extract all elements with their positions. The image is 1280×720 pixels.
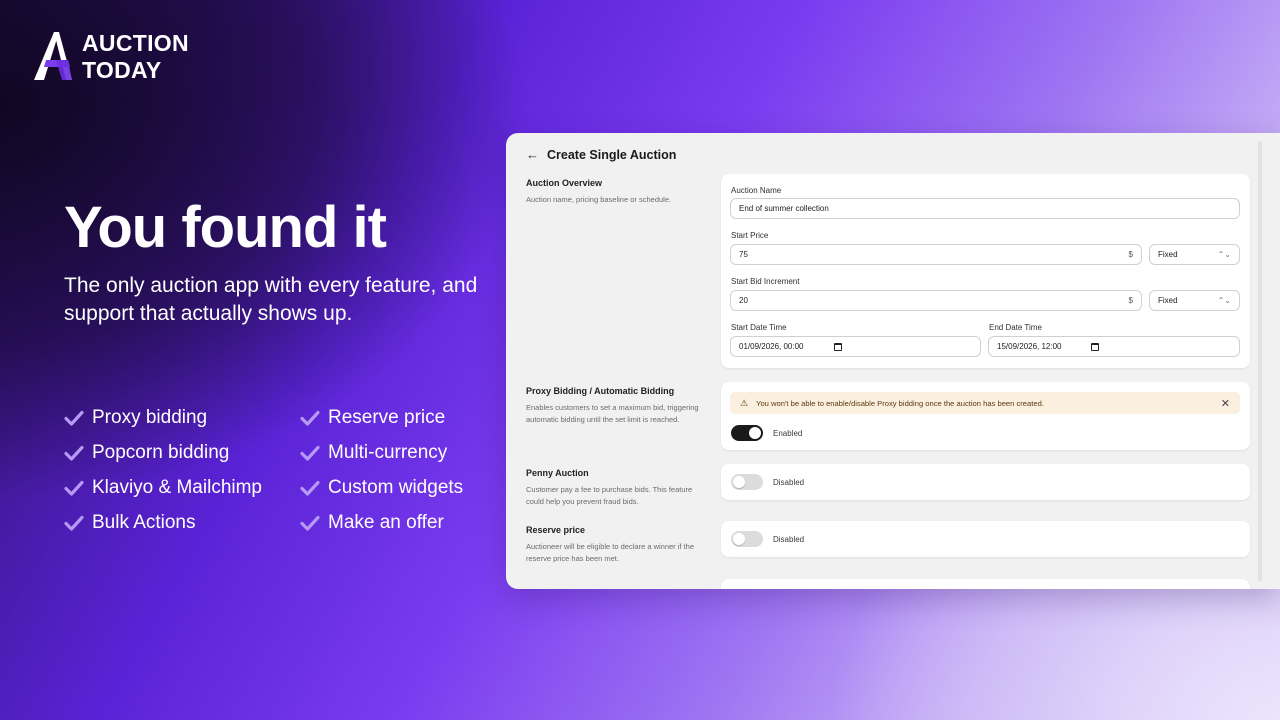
feature-item: Reserve price bbox=[300, 404, 484, 431]
back-arrow-icon[interactable]: ← bbox=[526, 147, 539, 162]
feature-label: Bulk Actions bbox=[92, 511, 196, 533]
feature-list: Proxy bidding Reserve price Popcorn bidd… bbox=[64, 404, 484, 536]
overview-panel: Auction Name End of summer collection St… bbox=[721, 174, 1250, 368]
brand-line-1: AUCTION bbox=[82, 30, 189, 56]
auction-today-logo-icon bbox=[34, 32, 72, 80]
start-price-type-value: Fixed bbox=[1158, 250, 1178, 259]
increment-type-value: Fixed bbox=[1158, 296, 1178, 305]
penny-description: Customer pay a fee to purchase bids. Thi… bbox=[526, 485, 693, 506]
start-date-input[interactable]: 01/09/2026, 00:00 bbox=[730, 336, 981, 357]
check-icon bbox=[64, 445, 84, 461]
check-icon bbox=[64, 515, 84, 531]
check-icon bbox=[300, 515, 320, 531]
feature-item: Bulk Actions bbox=[64, 509, 300, 536]
next-panel bbox=[721, 579, 1250, 589]
auction-name-value: End of summer collection bbox=[739, 204, 829, 213]
feature-label: Reserve price bbox=[328, 406, 446, 428]
penny-title: Penny Auction bbox=[526, 468, 589, 478]
increment-label: Start Bid Increment bbox=[731, 277, 800, 286]
start-price-input[interactable]: 75 $ bbox=[730, 244, 1142, 265]
check-icon bbox=[300, 445, 320, 461]
reserve-panel: Disabled bbox=[721, 521, 1250, 557]
proxy-section-label: Proxy Bidding / Automatic Bidding Enable… bbox=[526, 386, 711, 426]
proxy-warning-banner: ⚠ You won't be able to enable/disable Pr… bbox=[730, 392, 1240, 414]
check-icon bbox=[64, 480, 84, 496]
reserve-title: Reserve price bbox=[526, 525, 586, 535]
overview-title: Auction Overview bbox=[526, 178, 603, 188]
feature-label: Multi-currency bbox=[328, 441, 448, 463]
currency-suffix: $ bbox=[1128, 296, 1133, 305]
proxy-toggle[interactable] bbox=[731, 425, 763, 441]
reserve-status: Disabled bbox=[773, 534, 805, 544]
check-icon bbox=[64, 410, 84, 426]
app-window: ← Create Single Auction Auction Overview… bbox=[506, 133, 1280, 589]
reserve-section-label: Reserve price Auctioneer will be eligibl… bbox=[526, 525, 711, 565]
proxy-toggle-row: Enabled bbox=[731, 425, 802, 441]
check-icon bbox=[300, 410, 320, 426]
feature-label: Custom widgets bbox=[328, 476, 464, 498]
check-icon bbox=[300, 480, 320, 496]
proxy-title: Proxy Bidding / Automatic Bidding bbox=[526, 386, 675, 396]
overview-description: Auction name, pricing baseline or schedu… bbox=[526, 195, 672, 204]
scrollbar[interactable] bbox=[1258, 141, 1262, 581]
feature-item: Popcorn bidding bbox=[64, 439, 300, 466]
end-date-label: End Date Time bbox=[989, 323, 1042, 332]
select-chevron-icon: ⌃⌄ bbox=[1217, 250, 1231, 259]
currency-suffix: $ bbox=[1128, 250, 1133, 259]
page-header: ← Create Single Auction bbox=[526, 147, 676, 162]
calendar-icon[interactable] bbox=[1091, 342, 1099, 351]
proxy-description: Enables customers to set a maximum bid, … bbox=[526, 403, 699, 424]
page-title: Create Single Auction bbox=[547, 147, 677, 162]
feature-label: Popcorn bidding bbox=[92, 441, 230, 463]
hero-title: You found it bbox=[64, 195, 387, 260]
increment-value: 20 bbox=[739, 296, 748, 305]
hero-subtitle: The only auction app with every feature,… bbox=[64, 274, 478, 325]
increment-input[interactable]: 20 $ bbox=[730, 290, 1142, 311]
penny-section-label: Penny Auction Customer pay a fee to purc… bbox=[526, 468, 711, 508]
penny-toggle-row: Disabled bbox=[731, 474, 804, 490]
auction-name-label: Auction Name bbox=[731, 186, 782, 195]
brand-name: AUCTION TODAY bbox=[82, 30, 189, 84]
increment-type-select[interactable]: Fixed ⌃⌄ bbox=[1149, 290, 1240, 311]
feature-label: Make an offer bbox=[328, 511, 444, 533]
feature-item: Klaviyo & Mailchimp bbox=[64, 474, 300, 501]
warning-text: You won't be able to enable/disable Prox… bbox=[756, 398, 1044, 408]
start-price-label: Start Price bbox=[731, 231, 769, 240]
feature-item: Make an offer bbox=[300, 509, 484, 536]
reserve-description: Auctioneer will be eligible to declare a… bbox=[526, 542, 695, 563]
penny-toggle[interactable] bbox=[731, 474, 763, 490]
penny-status: Disabled bbox=[773, 477, 805, 487]
toggle-knob bbox=[749, 427, 761, 439]
proxy-panel: ⚠ You won't be able to enable/disable Pr… bbox=[721, 382, 1250, 450]
reserve-toggle[interactable] bbox=[731, 531, 763, 547]
brand-line-2: TODAY bbox=[82, 57, 162, 83]
feature-item: Custom widgets bbox=[300, 474, 484, 501]
reserve-toggle-row: Disabled bbox=[731, 531, 804, 547]
toggle-knob bbox=[733, 533, 745, 545]
toggle-knob bbox=[733, 476, 745, 488]
brand-logo: AUCTION TODAY bbox=[32, 30, 189, 84]
feature-label: Klaviyo & Mailchimp bbox=[92, 476, 262, 498]
start-price-type-select[interactable]: Fixed ⌃⌄ bbox=[1149, 244, 1240, 265]
warning-icon: ⚠ bbox=[740, 397, 749, 408]
select-chevron-icon: ⌃⌄ bbox=[1217, 296, 1231, 305]
overview-section-label: Auction Overview Auction name, pricing b… bbox=[526, 178, 711, 206]
start-date-value: 01/09/2026, 00:00 bbox=[739, 342, 804, 351]
end-date-value: 15/09/2026, 12:00 bbox=[997, 342, 1062, 351]
end-date-input[interactable]: 15/09/2026, 12:00 bbox=[988, 336, 1240, 357]
feature-label: Proxy bidding bbox=[92, 406, 208, 428]
start-price-value: 75 bbox=[739, 250, 748, 259]
feature-item: Proxy bidding bbox=[64, 404, 300, 431]
auction-name-input[interactable]: End of summer collection bbox=[730, 198, 1240, 219]
start-date-label: Start Date Time bbox=[731, 323, 787, 332]
feature-item: Multi-currency bbox=[300, 439, 484, 466]
proxy-status: Enabled bbox=[773, 428, 803, 438]
calendar-icon[interactable] bbox=[834, 342, 842, 351]
penny-panel: Disabled bbox=[721, 464, 1250, 500]
close-icon[interactable]: ✕ bbox=[1221, 397, 1230, 410]
